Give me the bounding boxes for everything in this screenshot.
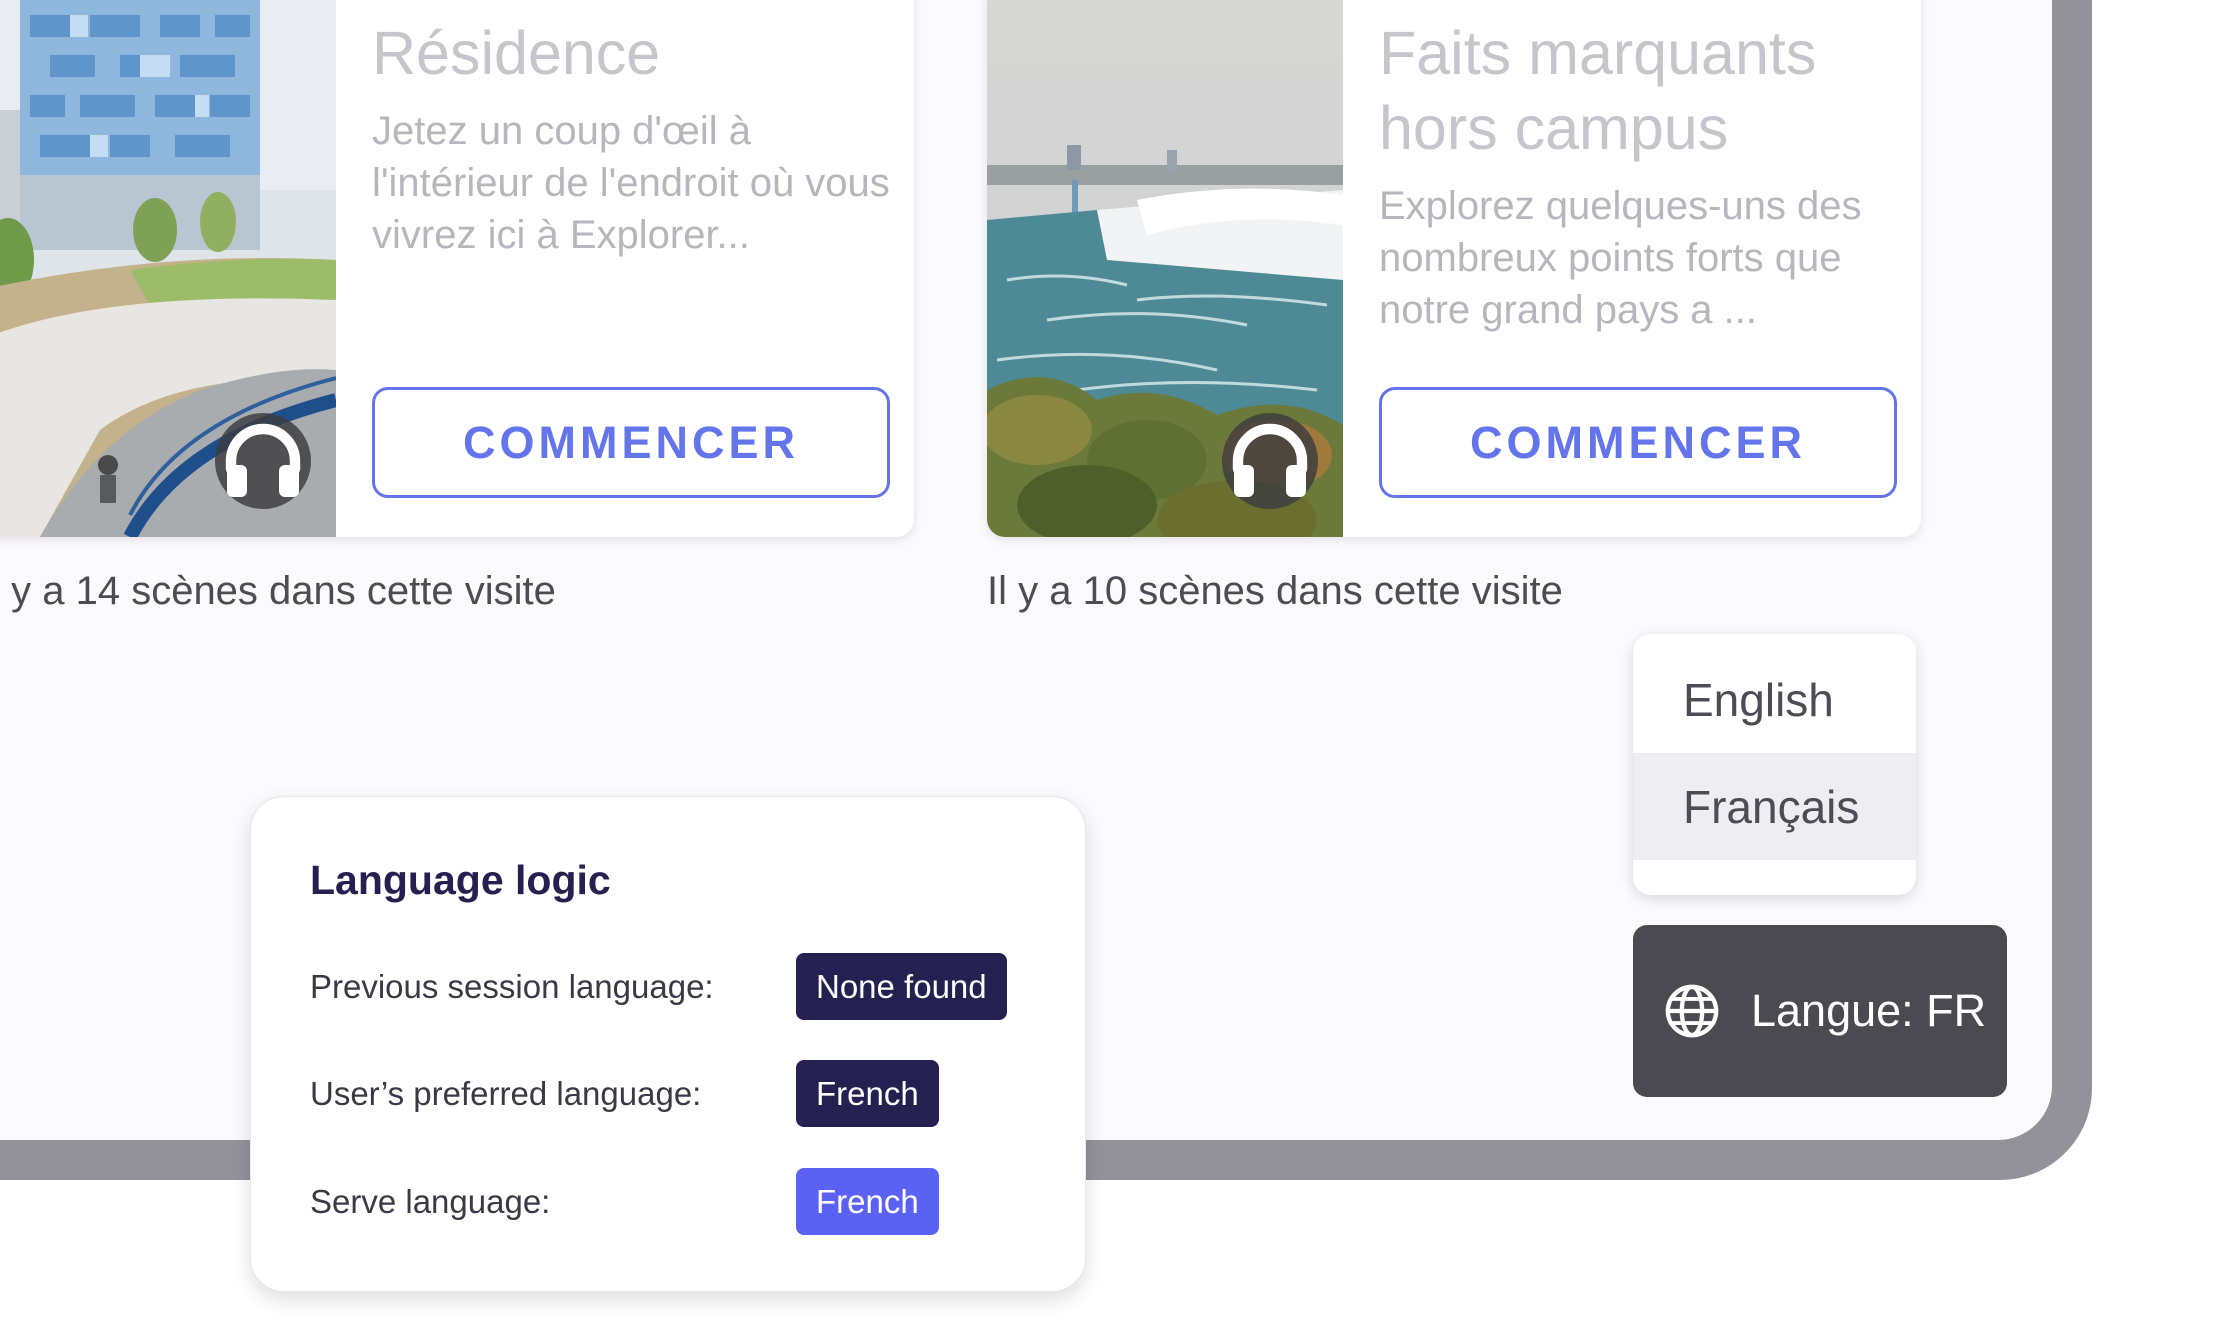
tour-title: Faits marquants hors campus: [1379, 19, 1817, 162]
headphones-icon[interactable]: [215, 413, 311, 509]
tour-title: Résidence: [372, 19, 661, 87]
tour-card-residence: Résidence Jetez un coup d'œil à l'intéri…: [0, 0, 914, 537]
tour-card-off-campus: Faits marquants hors campus Explorez que…: [987, 0, 1921, 537]
scene-count-text: Il y a 14 scènes dans cette visite: [0, 569, 556, 613]
headphones-icon[interactable]: [1222, 413, 1318, 509]
language-option-english[interactable]: English: [1633, 646, 1916, 753]
row-label: Previous session language:: [310, 967, 714, 1005]
tour-description: Explorez quelques-uns des nombreux point…: [1379, 184, 1862, 332]
app-stage: Résidence Jetez un coup d'œil à l'intéri…: [0, 0, 2240, 1340]
language-menu: English Français: [1633, 634, 1916, 895]
start-tour-button[interactable]: COMMENCER: [1379, 387, 1897, 498]
tour-card-body: Résidence Jetez un coup d'œil à l'intéri…: [372, 16, 890, 261]
residence-photo: [0, 0, 336, 537]
row-label: Serve language:: [310, 1182, 551, 1220]
waterfall-photo: [987, 0, 1343, 537]
panel-title: Language logic: [310, 857, 611, 903]
tour-card-body: Faits marquants hors campus Explorez que…: [1379, 16, 1897, 336]
serve-language-badge: French: [796, 1168, 939, 1235]
globe-icon: [1665, 984, 1719, 1038]
tour-description: Jetez un coup d'œil à l'intérieur de l'e…: [372, 109, 890, 257]
language-button[interactable]: Langue: FR: [1633, 925, 2007, 1097]
previous-session-badge: None found: [796, 953, 1007, 1020]
language-button-label: Langue: FR: [1751, 985, 1987, 1036]
row-label: User’s preferred language:: [310, 1074, 702, 1112]
preferred-language-badge: French: [796, 1060, 939, 1127]
serve-language-row: Serve language: French: [310, 1168, 939, 1235]
language-logic-panel: Language logic Previous session language…: [250, 796, 1086, 1292]
start-tour-button[interactable]: COMMENCER: [372, 387, 890, 498]
scene-count-text: Il y a 10 scènes dans cette visite: [987, 569, 1563, 613]
preferred-language-row: User’s preferred language: French: [310, 1060, 939, 1127]
previous-session-row: Previous session language: None found: [310, 953, 1007, 1020]
language-option-french[interactable]: Français: [1633, 753, 1916, 860]
